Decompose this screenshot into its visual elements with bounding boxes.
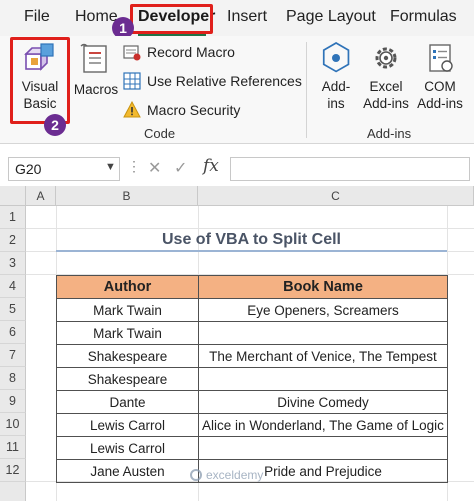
data-table: Author Book Name Mark Twain Eye Openers,… bbox=[56, 275, 448, 483]
macro-security-button[interactable]: Macro Security bbox=[122, 98, 240, 122]
record-macro-label: Record Macro bbox=[147, 44, 235, 60]
author-cell[interactable]: Lewis Carrol bbox=[56, 436, 199, 460]
author-cell[interactable]: Lewis Carrol bbox=[56, 413, 199, 437]
macros-button[interactable]: Macros bbox=[72, 42, 120, 98]
row-header[interactable]: 1 bbox=[0, 206, 26, 229]
record-macro-button[interactable]: Record Macro bbox=[122, 40, 235, 64]
watermark: exceldemy bbox=[190, 468, 263, 482]
book-name-cell[interactable] bbox=[198, 321, 448, 345]
macros-label: Macros bbox=[73, 82, 119, 97]
tab-page-layout[interactable]: Page Layout bbox=[286, 8, 376, 26]
row-header[interactable]: 8 bbox=[0, 367, 26, 390]
row-header[interactable]: 9 bbox=[0, 390, 26, 413]
excel-addins-button[interactable]: Excel Add-ins bbox=[360, 42, 412, 112]
select-all-corner[interactable] bbox=[0, 186, 26, 206]
ribbon: Visual Basic Macros Record Macro Use Rel… bbox=[0, 36, 474, 144]
book-name-cell[interactable] bbox=[198, 367, 448, 391]
row-header[interactable]: 2 bbox=[0, 229, 26, 252]
excel-addins-label: Excel Add-ins bbox=[363, 79, 409, 111]
row-header bbox=[0, 482, 26, 501]
row-header[interactable]: 11 bbox=[0, 436, 26, 459]
book-name-cell[interactable] bbox=[198, 436, 448, 460]
enter-check-icon[interactable]: ✓ bbox=[174, 158, 187, 178]
formula-input[interactable] bbox=[230, 157, 470, 181]
row-header[interactable]: 6 bbox=[0, 321, 26, 344]
tab-insert[interactable]: Insert bbox=[227, 8, 267, 26]
row-header[interactable]: 4 bbox=[0, 275, 26, 298]
book-name-header[interactable]: Book Name bbox=[198, 275, 448, 299]
worksheet-grid: A B C 1 2 3 4 5 6 7 8 9 10 11 12 Use of … bbox=[0, 186, 474, 501]
cancel-icon[interactable]: ✕ bbox=[148, 158, 161, 178]
column-header-c[interactable]: C bbox=[198, 186, 474, 206]
watermark-logo-icon bbox=[190, 469, 202, 481]
table-row: Lewis Carrol bbox=[56, 436, 448, 460]
row-header[interactable]: 12 bbox=[0, 459, 26, 482]
macro-security-label: Macro Security bbox=[147, 102, 241, 118]
addins-hexagon-icon bbox=[322, 42, 350, 73]
relative-references-label: Use Relative References bbox=[147, 73, 302, 89]
developer-tab-highlight bbox=[130, 4, 213, 34]
book-name-cell[interactable]: Alice in Wonderland, The Game of Logic bbox=[198, 413, 448, 437]
table-row: Mark Twain bbox=[56, 321, 448, 345]
book-name-cell[interactable]: Divine Comedy bbox=[198, 390, 448, 414]
author-cell[interactable]: Mark Twain bbox=[56, 298, 199, 322]
author-cell[interactable]: Dante bbox=[56, 390, 199, 414]
com-addins-button[interactable]: COM Add-ins bbox=[414, 42, 466, 112]
author-cell[interactable]: Shakespeare bbox=[56, 367, 199, 391]
row-header[interactable]: 3 bbox=[0, 252, 26, 275]
table-row: Dante Divine Comedy bbox=[56, 390, 448, 414]
column-header-a[interactable]: A bbox=[26, 186, 56, 206]
sheet-title[interactable]: Use of VBA to Split Cell bbox=[56, 229, 447, 252]
group-separator bbox=[306, 42, 307, 138]
chevron-down-icon[interactable]: ▼ bbox=[105, 161, 116, 173]
author-cell[interactable]: Mark Twain bbox=[56, 321, 199, 345]
author-cell[interactable]: Shakespeare bbox=[56, 344, 199, 368]
table-row: Shakespeare The Merchant of Venice, The … bbox=[56, 344, 448, 368]
author-cell[interactable]: Jane Austen bbox=[56, 459, 199, 483]
row-header[interactable]: 7 bbox=[0, 344, 26, 367]
insert-function-button[interactable]: fx bbox=[203, 156, 219, 176]
ribbon-tab-bar: File Home Developer Insert Page Layout F… bbox=[0, 0, 474, 36]
step-badge-2: 2 bbox=[44, 114, 66, 136]
tab-home[interactable]: Home bbox=[75, 8, 118, 26]
tab-file[interactable]: File bbox=[24, 8, 50, 26]
column-header-b[interactable]: B bbox=[56, 186, 198, 206]
com-addins-label: COM Add-ins bbox=[417, 79, 463, 111]
table-row: Lewis Carrol Alice in Wonderland, The Ga… bbox=[56, 413, 448, 437]
name-box[interactable]: G20 bbox=[8, 157, 120, 181]
author-header[interactable]: Author bbox=[56, 275, 199, 299]
addins-group-label: Add-ins bbox=[367, 126, 412, 141]
table-row: Mark Twain Eye Openers, Screamers bbox=[56, 298, 448, 322]
use-relative-references-button[interactable]: Use Relative References bbox=[122, 69, 302, 93]
warning-icon bbox=[122, 100, 142, 120]
com-addins-icon bbox=[429, 44, 453, 72]
addins-label: Add- ins bbox=[321, 79, 351, 111]
more-options-icon: ⋮ bbox=[127, 158, 141, 174]
relative-references-icon bbox=[122, 71, 142, 91]
visual-basic-highlight bbox=[10, 37, 70, 124]
row-header[interactable]: 10 bbox=[0, 413, 26, 436]
watermark-text: exceldemy bbox=[206, 468, 264, 482]
book-name-cell[interactable]: Eye Openers, Screamers bbox=[198, 298, 448, 322]
macros-icon bbox=[80, 43, 107, 73]
row-header[interactable]: 5 bbox=[0, 298, 26, 321]
code-group-label: Code bbox=[144, 126, 176, 141]
table-header-row: Author Book Name bbox=[56, 275, 448, 299]
gear-icon bbox=[375, 47, 397, 69]
table-row: Shakespeare bbox=[56, 367, 448, 391]
addins-button[interactable]: Add- ins bbox=[314, 42, 358, 112]
tab-formulas[interactable]: Formulas bbox=[390, 8, 457, 26]
record-macro-icon bbox=[122, 42, 142, 62]
book-name-cell[interactable]: The Merchant of Venice, The Tempest bbox=[198, 344, 448, 368]
